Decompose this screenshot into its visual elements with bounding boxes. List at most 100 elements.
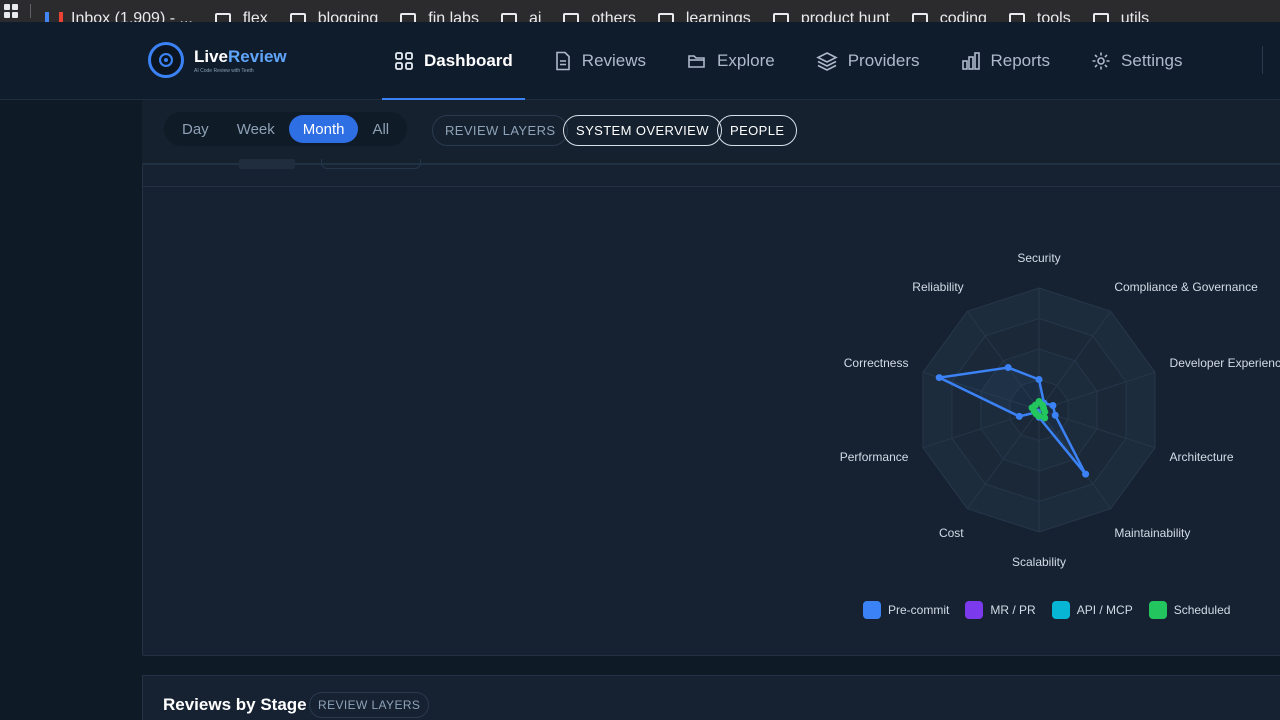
bookmark-label: flex (242, 10, 268, 22)
period-all-button[interactable]: All (358, 115, 403, 143)
radar-point (1049, 401, 1057, 409)
folder-icon (400, 13, 417, 22)
bookmark-label: fin labs (428, 10, 479, 22)
document-icon (555, 51, 570, 70)
left-gutter (0, 100, 142, 720)
folder-icon (772, 13, 789, 22)
bookmark-flex[interactable]: flex (214, 10, 268, 22)
period-selector: Day Week Month All (164, 112, 408, 146)
nav-label: Dashboard (424, 50, 513, 70)
logo[interactable]: LiveReview AI Code Review with Teeth (148, 42, 287, 78)
bookmark-tools[interactable]: tools (1008, 10, 1071, 22)
layers-icon (815, 51, 838, 71)
folder-open-icon (688, 54, 705, 68)
radar-point (1015, 412, 1023, 420)
radar-chart: Security Compliance & Governance Developer… (840, 251, 1280, 569)
folder-icon (214, 13, 231, 22)
bookmark-utils[interactable]: utils (1092, 10, 1150, 22)
period-day-button[interactable]: Day (168, 115, 223, 143)
radar-axis-label: Architecture (1170, 450, 1234, 464)
radar-point (935, 374, 943, 382)
legend-label: Scheduled (1173, 603, 1231, 617)
radar-point (1031, 401, 1039, 409)
nav-explore[interactable]: Explore (675, 22, 787, 99)
nav-label: Reviews (581, 50, 647, 70)
bookmark-label: blogging (317, 10, 379, 22)
bookmark-ai[interactable]: ai (500, 10, 542, 22)
bookmarks-bar: Inbox (1,909) - ... flex blogging fin la… (0, 0, 1280, 22)
card-title: Reviews by Stage (163, 695, 307, 714)
bookmark-label: learnings (685, 10, 751, 22)
reviews-by-stage-card: Reviews by Stage REVIEW LAYERS (142, 675, 1280, 720)
legend-item-scheduled[interactable]: Scheduled (1148, 601, 1231, 619)
header-divider (1262, 46, 1263, 74)
bookmark-fin-labs[interactable]: fin labs (400, 10, 479, 22)
chart-legend: Pre-commit MR / PR API / MCP Scheduled (863, 601, 1246, 619)
apps-grid-icon[interactable] (4, 4, 18, 18)
bookmark-product-hunt[interactable]: product hunt (772, 10, 890, 22)
radar-axis-label: Correctness (844, 356, 909, 370)
filter-bar: Day Week Month All REVIEW LAYERS SYSTEM … (142, 100, 1280, 164)
radar-axis-label: Maintainability (1114, 526, 1190, 540)
radar-axis-label: Scalability (1012, 555, 1066, 569)
review-layers-button[interactable]: REVIEW LAYERS (432, 115, 569, 146)
bookmark-label: utils (1120, 10, 1150, 22)
radar-axis-label: Developer Experience (1170, 356, 1280, 370)
nav-dashboard[interactable]: Dashboard (382, 22, 525, 100)
legend-label: Pre-commit (888, 603, 950, 617)
bookmark-label: Inbox (1,909) - ... (71, 10, 193, 22)
system-overview-button[interactable]: SYSTEM OVERVIEW (563, 115, 722, 146)
radar-point (1004, 364, 1012, 372)
bookmark-others[interactable]: others (563, 10, 636, 22)
folder-icon (911, 13, 928, 22)
legend-label: MR / PR (990, 603, 1036, 617)
gmail-icon (45, 12, 63, 22)
logo-name: LiveReview (194, 46, 287, 66)
legend-item-pre-commit[interactable]: Pre-commit (863, 601, 949, 619)
folder-icon (1092, 13, 1109, 22)
nav-providers[interactable]: Providers (804, 22, 932, 99)
period-week-button[interactable]: Week (223, 115, 289, 143)
nav-settings[interactable]: Settings (1079, 22, 1194, 99)
review-layers-badge[interactable]: REVIEW LAYERS (309, 692, 430, 718)
radar-point (1082, 470, 1090, 478)
bookmark-label: others (591, 10, 636, 22)
nav-reviews[interactable]: Reviews (542, 22, 658, 99)
legend-item-api-mcp[interactable]: API / MCP (1051, 601, 1133, 619)
legend-swatch (863, 601, 881, 619)
radar-axis-label: Security (1017, 251, 1060, 265)
logo-tagline: AI Code Review with Teeth (194, 67, 254, 74)
legend-swatch (1051, 601, 1070, 619)
bookmark-label: ai (528, 10, 542, 22)
bookmark-coding[interactable]: coding (911, 10, 987, 22)
bookmark-label: product hunt (800, 10, 890, 22)
bookmark-inbox[interactable]: Inbox (1,909) - ... (45, 10, 193, 22)
period-month-button[interactable]: Month (288, 115, 359, 143)
legend-label: API / MCP (1076, 603, 1133, 617)
radar-axis-label: Compliance & Governance (1114, 280, 1258, 294)
radar-chart-card: Security Compliance & Governance Developer… (142, 159, 1280, 656)
radar-axis-label: Cost (939, 526, 964, 540)
folder-icon (500, 13, 517, 22)
app-header: LiveReview AI Code Review with Teeth Das… (0, 22, 1280, 100)
bookmark-blogging[interactable]: blogging (289, 10, 379, 22)
radar-point (1035, 376, 1043, 383)
radar-axis-label: Reliability (912, 280, 963, 294)
grid-icon (395, 51, 413, 70)
nav-reports[interactable]: Reports (949, 22, 1063, 99)
folder-icon (1008, 13, 1025, 22)
folder-icon (289, 13, 306, 22)
bookmark-label: coding (939, 10, 987, 22)
legend-item-mr-pr[interactable]: MR / PR (965, 601, 1036, 619)
folder-icon (657, 13, 674, 22)
nav-label: Reports (990, 50, 1051, 70)
logo-eye-icon (148, 42, 184, 78)
people-button[interactable]: PEOPLE (717, 115, 798, 146)
bookmark-learnings[interactable]: learnings (657, 10, 751, 22)
nav-label: Settings (1121, 50, 1183, 70)
bookmarks-separator (30, 4, 31, 18)
main-nav: Dashboard Reviews Explore Providers Repo… (382, 22, 1211, 100)
radar-axis-label: Performance (840, 450, 909, 464)
folder-icon (563, 13, 580, 22)
bookmark-label: tools (1036, 10, 1071, 22)
